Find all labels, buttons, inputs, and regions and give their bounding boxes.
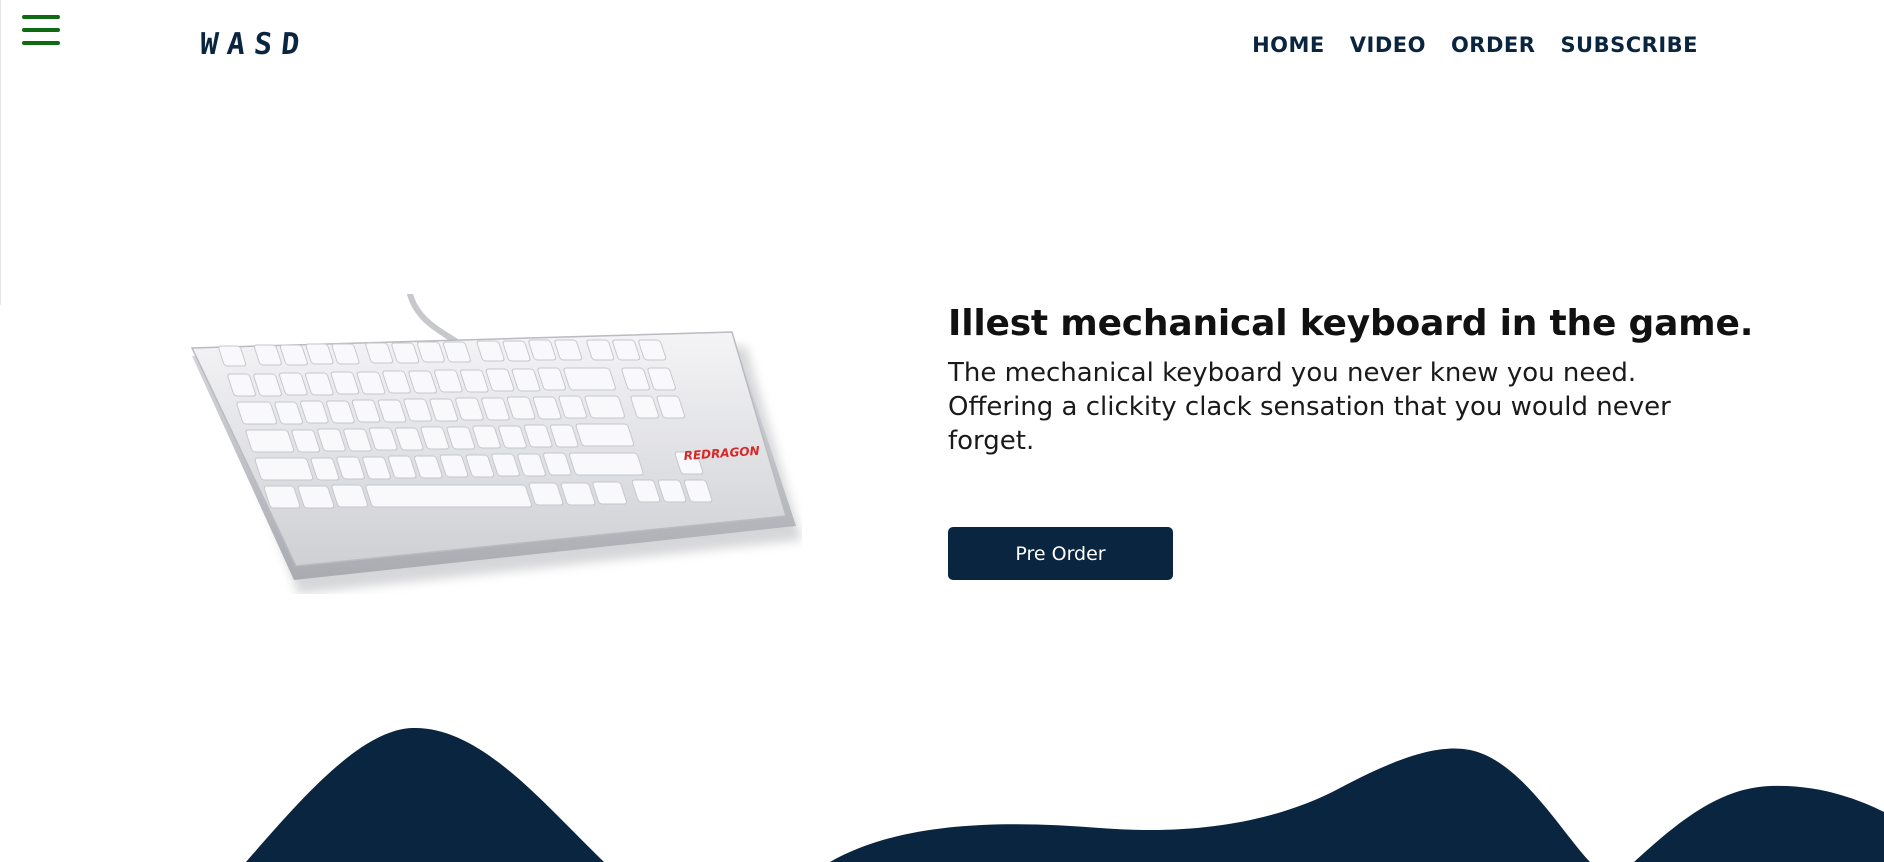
menu-bar-top <box>22 15 60 19</box>
nav-link-video[interactable]: VIDEO <box>1350 31 1426 59</box>
brand-logo[interactable]: WASD <box>198 27 310 62</box>
keyboard-cable <box>407 294 465 349</box>
left-edge-divider <box>0 0 1 305</box>
nav-link-order[interactable]: ORDER <box>1451 31 1535 59</box>
nav-link-home[interactable]: HOME <box>1252 31 1325 59</box>
menu-bar-middle <box>22 28 60 32</box>
hero-title: Illest mechanical keyboard in the game. <box>948 303 1754 344</box>
main-navigation: HOME VIDEO ORDER SUBSCRIBE <box>1252 31 1698 59</box>
menu-bar-bottom <box>22 41 60 45</box>
pre-order-button[interactable]: Pre Order <box>948 527 1173 580</box>
nav-link-subscribe[interactable]: SUBSCRIBE <box>1560 31 1698 59</box>
wave-shape <box>246 727 1884 862</box>
hero-text-block: Illest mechanical keyboard in the game. … <box>948 296 1754 458</box>
hamburger-menu-icon[interactable] <box>22 15 60 47</box>
keyboard-image: REDRAGON <box>190 294 802 594</box>
hero-description: The mechanical keyboard you never knew y… <box>948 358 1671 456</box>
decorative-waves <box>246 727 1884 862</box>
landing-page: WASD HOME VIDEO ORDER SUBSCRIBE REDRAGON… <box>0 0 1884 862</box>
